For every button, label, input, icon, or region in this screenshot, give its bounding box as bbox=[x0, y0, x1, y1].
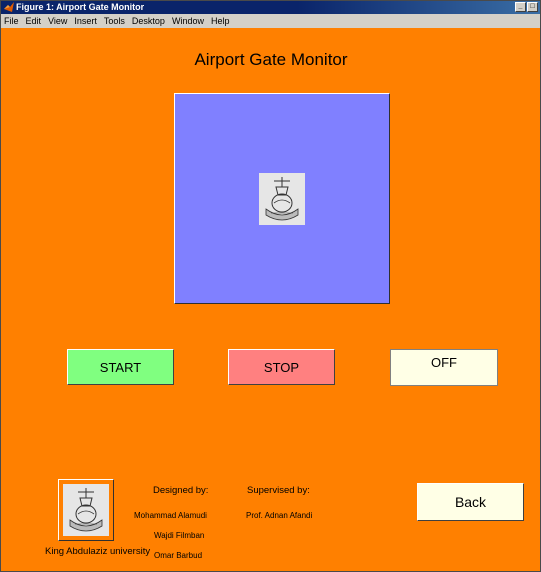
designed-by-label: Designed by: bbox=[153, 485, 209, 496]
menu-edit[interactable]: Edit bbox=[23, 14, 46, 28]
menu-insert[interactable]: Insert bbox=[71, 14, 101, 28]
start-button[interactable]: START bbox=[67, 349, 174, 385]
menu-view[interactable]: View bbox=[45, 14, 71, 28]
stop-button[interactable]: STOP bbox=[228, 349, 335, 385]
menu-window[interactable]: Window bbox=[169, 14, 208, 28]
back-button[interactable]: Back bbox=[417, 483, 524, 521]
figure-window: Figure 1: Airport Gate Monitor _ □ File … bbox=[0, 0, 541, 572]
supervised-by-label: Supervised by: bbox=[247, 485, 310, 496]
off-toggle[interactable]: OFF bbox=[390, 349, 498, 386]
university-logo-small-icon bbox=[63, 484, 109, 536]
menu-file[interactable]: File bbox=[1, 14, 23, 28]
university-logo-icon bbox=[259, 173, 305, 225]
menu-desktop[interactable]: Desktop bbox=[129, 14, 169, 28]
designer-name: Mohammad Alamudi bbox=[134, 511, 207, 520]
designer-name: Wajdi Filmban bbox=[154, 531, 205, 540]
title-bar[interactable]: Figure 1: Airport Gate Monitor _ □ bbox=[1, 1, 540, 14]
window-title: Figure 1: Airport Gate Monitor bbox=[16, 2, 145, 12]
matlab-icon bbox=[4, 2, 14, 12]
maximize-button[interactable]: □ bbox=[527, 2, 538, 12]
designer-name: Omar Barbud bbox=[154, 551, 203, 560]
supervisor-name: Prof. Adnan Afandi bbox=[246, 511, 313, 520]
university-label: King Abdulaziz university bbox=[45, 546, 151, 557]
window-controls: _ □ bbox=[515, 2, 538, 12]
minimize-button[interactable]: _ bbox=[515, 2, 526, 12]
menu-bar: File Edit View Insert Tools Desktop Wind… bbox=[1, 14, 540, 28]
menu-tools[interactable]: Tools bbox=[101, 14, 129, 28]
menu-help[interactable]: Help bbox=[208, 14, 234, 28]
page-title: Airport Gate Monitor bbox=[194, 50, 348, 69]
